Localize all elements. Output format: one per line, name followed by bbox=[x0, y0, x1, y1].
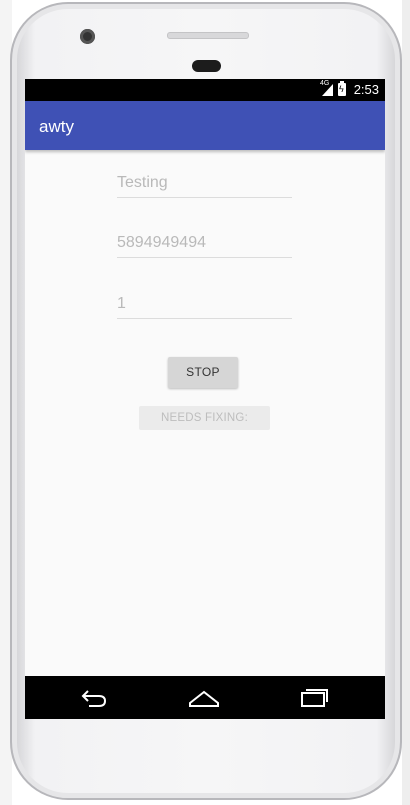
background-editor-strip-right bbox=[402, 0, 410, 805]
proximity-sensor bbox=[192, 60, 221, 72]
device-screen: 4G ϟ 2:53 awty STOP NEEDS FIXING: bbox=[25, 79, 385, 719]
needs-fixing-button[interactable]: NEEDS FIXING: bbox=[139, 406, 270, 430]
status-bar: 4G ϟ 2:53 bbox=[25, 79, 385, 101]
interval-field[interactable] bbox=[117, 292, 292, 319]
message-input[interactable] bbox=[117, 171, 292, 195]
earpiece-speaker bbox=[167, 32, 249, 39]
status-time: 2:53 bbox=[353, 82, 379, 97]
app-title: awty bbox=[39, 117, 74, 136]
recent-apps-icon[interactable] bbox=[299, 686, 329, 708]
page: 4G ϟ 2:53 awty STOP NEEDS FIXING: bbox=[0, 0, 410, 805]
back-icon[interactable] bbox=[79, 686, 109, 708]
signal-icon bbox=[322, 84, 333, 96]
home-icon[interactable] bbox=[188, 686, 220, 708]
phone-input[interactable] bbox=[117, 231, 292, 255]
battery-icon: ϟ bbox=[338, 81, 346, 96]
phone-field[interactable] bbox=[117, 231, 292, 258]
app-bar: awty bbox=[25, 101, 385, 150]
front-camera bbox=[80, 29, 95, 44]
message-field[interactable] bbox=[117, 171, 292, 198]
interval-input[interactable] bbox=[117, 292, 292, 316]
stop-button[interactable]: STOP bbox=[168, 357, 238, 388]
navigation-bar bbox=[25, 676, 385, 719]
